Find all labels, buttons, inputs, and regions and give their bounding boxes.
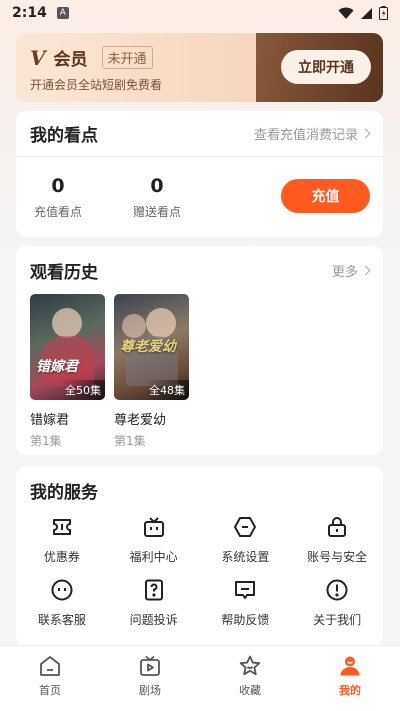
history-item[interactable]: 尊老爱幼 全48集 尊老爱幼 第1集 bbox=[114, 294, 189, 449]
chevron-right-icon bbox=[360, 265, 371, 275]
status-time: 2:14 bbox=[12, 5, 47, 21]
question-doc-icon bbox=[141, 577, 167, 603]
service-about-us[interactable]: 关于我们 bbox=[291, 577, 383, 628]
services-header: 我的服务 bbox=[16, 466, 383, 514]
points-header: 我的看点 查看充值消费记录 bbox=[16, 111, 383, 157]
profile-icon bbox=[340, 656, 360, 675]
tv-gift-icon bbox=[141, 514, 167, 540]
drama-title: 错嫁君 bbox=[30, 413, 70, 428]
service-label: 帮助反馈 bbox=[221, 613, 270, 627]
vip-logo-mark: V bbox=[30, 45, 46, 70]
gifted-points-value: 0 bbox=[150, 175, 164, 197]
points-card: 我的看点 查看充值消费记录 0 充值看点 0 赠送看点 充值 bbox=[16, 111, 383, 237]
info-icon bbox=[324, 577, 350, 603]
service-label: 系统设置 bbox=[221, 550, 270, 564]
service-label: 福利中心 bbox=[129, 550, 178, 564]
drama-poster: 尊老爱幼 全48集 bbox=[114, 294, 189, 400]
service-account-security[interactable]: 账号与安全 bbox=[291, 514, 383, 565]
service-welfare-center[interactable]: 福利中心 bbox=[108, 514, 200, 565]
theater-icon bbox=[140, 655, 160, 676]
service-system-settings[interactable]: 系统设置 bbox=[200, 514, 292, 565]
drama-poster: 错嫁君 全50集 bbox=[30, 294, 105, 400]
service-label: 联系客服 bbox=[37, 613, 86, 627]
bottom-nav: 首页 剧场 收藏 我的 bbox=[0, 645, 400, 711]
recharged-points-value: 0 bbox=[51, 175, 65, 197]
ticket-icon bbox=[49, 514, 75, 540]
service-help-feedback[interactable]: 帮助反馈 bbox=[200, 577, 292, 628]
gifted-points: 0 赠送看点 bbox=[117, 175, 197, 220]
smiley-icon bbox=[49, 577, 75, 603]
nav-home[interactable]: 首页 bbox=[0, 646, 100, 711]
nav-theater[interactable]: 剧场 bbox=[100, 646, 200, 711]
feedback-icon bbox=[232, 577, 258, 603]
vip-banner[interactable]: V 会员 未开通 开通会员全站短剧免费看 立即开通 bbox=[16, 33, 383, 102]
history-header: 观看历史 更多 bbox=[16, 246, 383, 294]
history-list: 错嫁君 全50集 错嫁君 第1集 尊老爱幼 全48集 尊老爱幼 第1集 bbox=[30, 294, 189, 449]
watch-history-card: 观看历史 更多 错嫁君 全50集 错嫁君 第1集 尊老爱幼 全48集 尊老爱幼 … bbox=[16, 246, 383, 455]
battery-icon bbox=[379, 6, 388, 20]
recharge-records-link[interactable]: 查看充值消费记录 bbox=[253, 124, 371, 143]
wifi-icon bbox=[338, 7, 354, 19]
nav-profile[interactable]: 我的 bbox=[300, 646, 400, 711]
vip-activate-button[interactable]: 立即开通 bbox=[281, 50, 371, 84]
drama-title: 尊老爱幼 bbox=[114, 413, 167, 428]
history-more-label: 更多 bbox=[331, 264, 358, 280]
history-more-link[interactable]: 更多 bbox=[331, 261, 371, 280]
poster-title-art: 尊老爱幼 bbox=[120, 339, 176, 355]
vip-title: 会员 bbox=[53, 50, 88, 70]
service-label: 问题投诉 bbox=[129, 613, 178, 627]
history-item[interactable]: 错嫁君 全50集 错嫁君 第1集 bbox=[30, 294, 105, 449]
vip-subtitle: 开通会员全站短剧免费看 bbox=[30, 78, 163, 92]
history-title: 观看历史 bbox=[30, 262, 98, 283]
gifted-points-label: 赠送看点 bbox=[132, 205, 181, 219]
recharge-button[interactable]: 充值 bbox=[281, 179, 370, 213]
lock-icon bbox=[324, 514, 350, 540]
services-title: 我的服务 bbox=[30, 482, 98, 503]
vip-logo: V 会员 未开通 bbox=[30, 45, 153, 70]
vip-status-badge: 未开通 bbox=[101, 46, 153, 69]
nav-label: 收藏 bbox=[239, 683, 261, 697]
service-label: 优惠券 bbox=[43, 550, 80, 564]
service-label: 账号与安全 bbox=[307, 550, 368, 564]
recharge-records-label: 查看充值消费记录 bbox=[253, 128, 358, 143]
status-bar: 2:14 A bbox=[0, 0, 400, 26]
services-grid: 优惠券 福利中心 系统设置 账号与安全 联系客服 问题投诉 帮助反馈 关于我们 bbox=[16, 514, 383, 628]
service-label: 关于我们 bbox=[313, 613, 362, 627]
signal-icon bbox=[361, 7, 372, 19]
recharged-points-label: 充值看点 bbox=[33, 205, 82, 219]
service-customer-support[interactable]: 联系客服 bbox=[16, 577, 108, 628]
poster-title-art: 错嫁君 bbox=[36, 359, 78, 375]
notification-icon: A bbox=[56, 7, 69, 19]
service-coupons[interactable]: 优惠券 bbox=[16, 514, 108, 565]
episode-count-badge: 全48集 bbox=[145, 380, 189, 400]
recharged-points: 0 充值看点 bbox=[18, 175, 98, 220]
service-complaints[interactable]: 问题投诉 bbox=[108, 577, 200, 628]
nav-favorites[interactable]: 收藏 bbox=[200, 646, 300, 711]
drama-episode: 第1集 bbox=[114, 434, 146, 448]
points-title: 我的看点 bbox=[30, 126, 98, 146]
home-icon bbox=[40, 655, 60, 676]
chevron-right-icon bbox=[360, 128, 371, 139]
episode-count-badge: 全50集 bbox=[61, 380, 105, 400]
nav-label: 首页 bbox=[39, 683, 61, 697]
nav-label: 剧场 bbox=[139, 683, 161, 697]
services-card: 我的服务 优惠券 福利中心 系统设置 账号与安全 联系客服 问题投诉 帮助反馈 … bbox=[16, 466, 383, 646]
star-icon bbox=[239, 655, 261, 675]
drama-episode: 第1集 bbox=[30, 434, 62, 448]
nav-label: 我的 bbox=[339, 683, 361, 697]
settings-hexagon-icon bbox=[232, 514, 258, 540]
